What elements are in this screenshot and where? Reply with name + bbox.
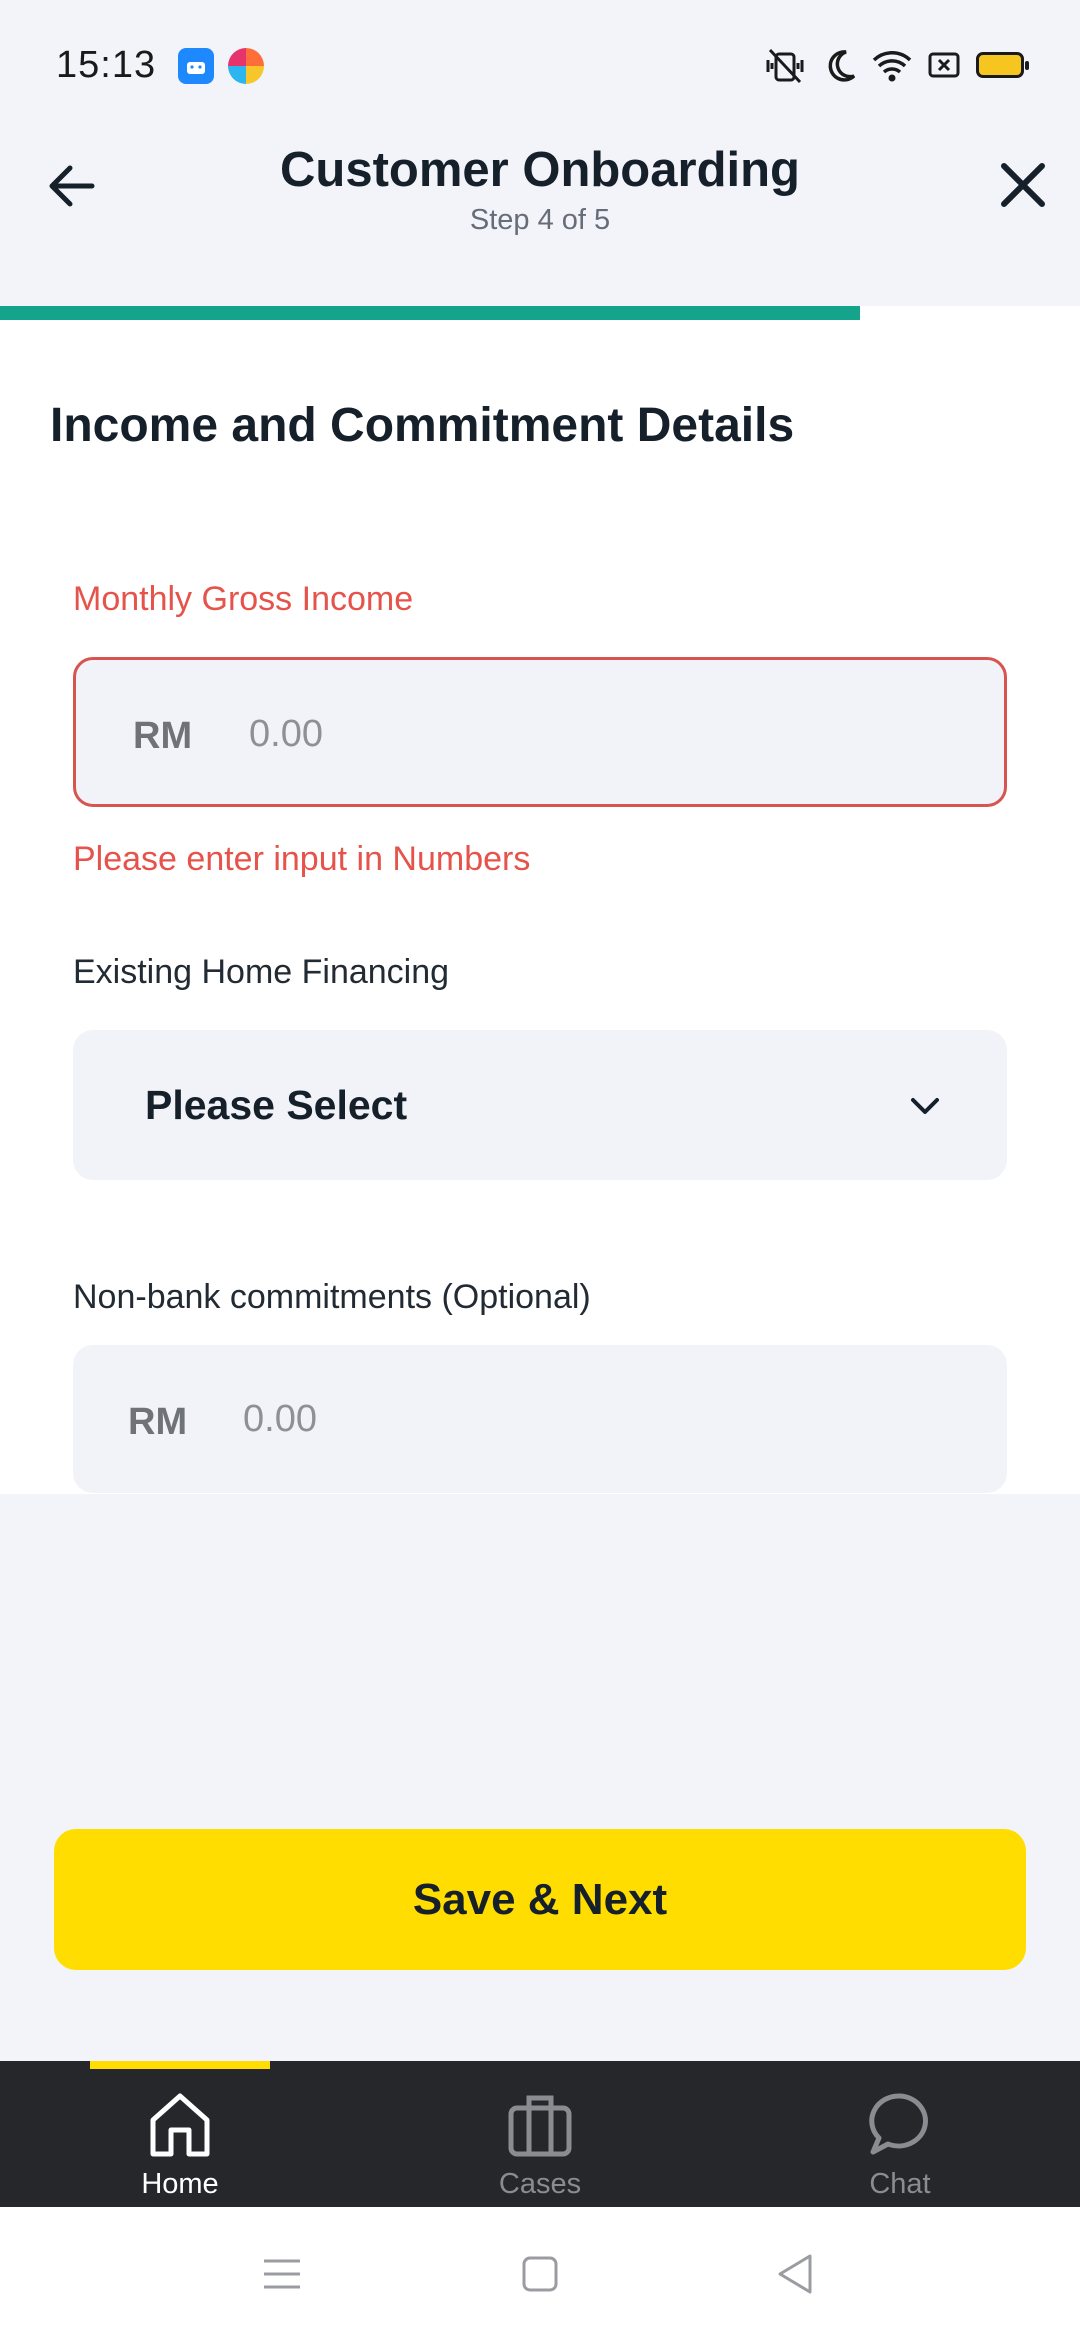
page-title: Customer Onboarding bbox=[280, 143, 800, 197]
nav-item-chat[interactable]: Chat bbox=[800, 2090, 1000, 2201]
chat-bubble-icon bbox=[869, 2093, 928, 2155]
chevron-down-icon bbox=[911, 1098, 939, 1114]
nav-label-cases: Cases bbox=[498, 2168, 582, 2200]
monthly-income-label: Monthly Gross Income bbox=[73, 580, 414, 618]
home-financing-select[interactable]: Please Select bbox=[73, 1030, 1007, 1180]
square-icon[interactable] bbox=[521, 2255, 559, 2293]
nav-item-cases[interactable]: Cases bbox=[440, 2090, 640, 2201]
non-bank-field[interactable]: RM 0.00 bbox=[73, 1345, 1007, 1493]
vibrate-off-icon bbox=[766, 48, 804, 84]
nav-label-chat: Chat bbox=[869, 2168, 931, 2200]
nav-item-home[interactable]: Home bbox=[80, 2090, 280, 2201]
home-financing-label: Existing Home Financing bbox=[73, 953, 450, 991]
back-triangle-icon[interactable] bbox=[776, 2253, 814, 2295]
currency-prefix: RM bbox=[128, 1401, 188, 1443]
system-nav-bar bbox=[0, 2207, 1080, 2340]
wifi-icon bbox=[872, 51, 912, 82]
progress-bar bbox=[0, 306, 860, 320]
home-icon bbox=[150, 2093, 210, 2157]
currency-prefix: RM bbox=[133, 715, 193, 757]
screen-icon bbox=[928, 52, 960, 78]
android-app-icon bbox=[178, 48, 214, 84]
monthly-income-input[interactable]: 0.00 bbox=[249, 713, 323, 756]
save-next-button[interactable]: Save & Next bbox=[54, 1829, 1026, 1970]
home-financing-selected: Please Select bbox=[145, 1082, 408, 1128]
monthly-income-error: Please enter input in Numbers bbox=[73, 840, 531, 878]
battery-icon bbox=[976, 52, 1029, 78]
menu-icon[interactable] bbox=[262, 2257, 302, 2291]
browser-app-icon bbox=[228, 48, 264, 84]
form-card bbox=[0, 320, 1080, 1494]
status-bar: 15:13 bbox=[0, 0, 1080, 130]
monthly-income-field[interactable]: RM 0.00 bbox=[73, 657, 1007, 807]
status-time: 15:13 bbox=[56, 44, 157, 86]
non-bank-label: Non-bank commitments (Optional) bbox=[73, 1278, 591, 1316]
step-indicator: Step 4 of 5 bbox=[469, 204, 611, 236]
nav-label-home: Home bbox=[141, 2168, 219, 2200]
close-icon[interactable] bbox=[990, 152, 1056, 218]
moon-icon bbox=[828, 50, 856, 82]
nav-active-indicator bbox=[90, 2061, 270, 2069]
section-title: Income and Commitment Details bbox=[50, 399, 795, 452]
briefcase-icon bbox=[508, 2095, 572, 2157]
non-bank-input[interactable]: 0.00 bbox=[243, 1398, 317, 1441]
